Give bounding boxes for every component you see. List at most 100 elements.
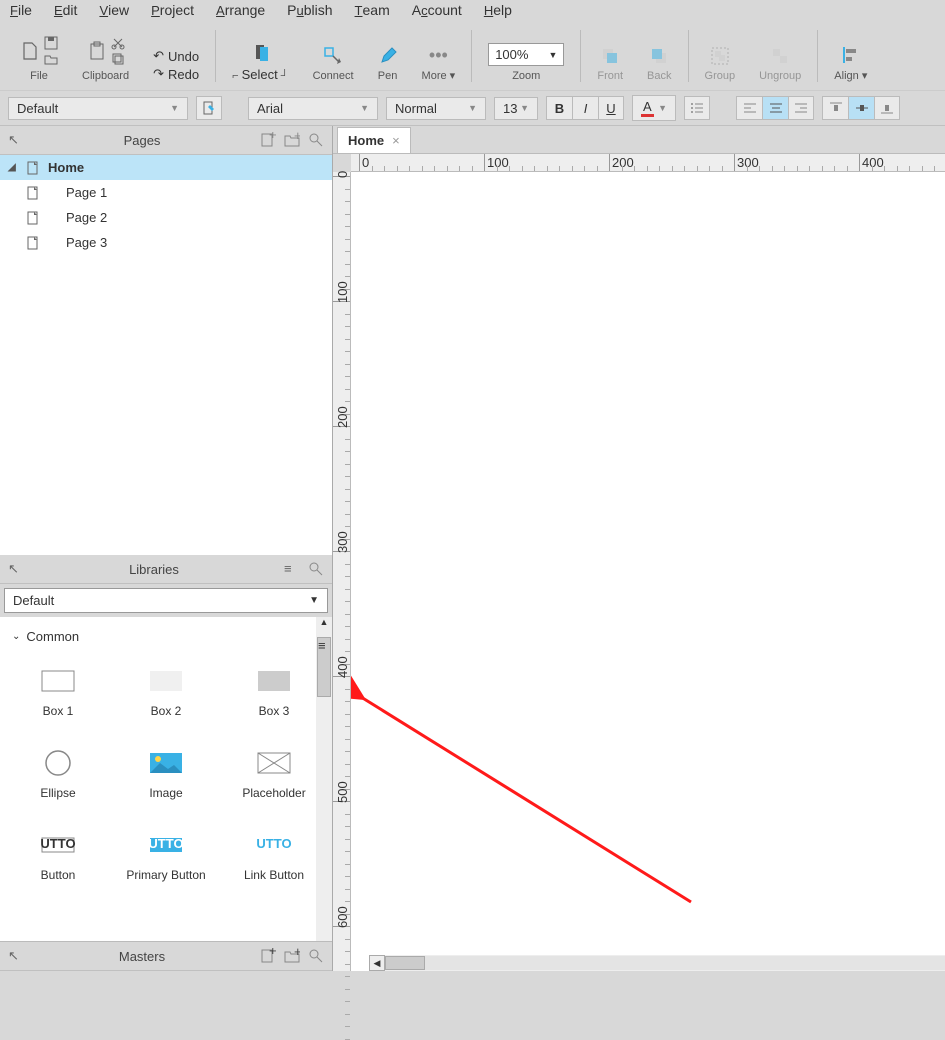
detach-icon[interactable]: ↖ [8,132,24,148]
bullet-list-button[interactable] [684,96,710,120]
scroll-left-icon[interactable]: ◀ [369,955,385,971]
page-row[interactable]: Page 1 [0,180,332,205]
widget-primary-button[interactable]: BUTTONPrimary Button [116,820,216,894]
widget-icon [40,750,76,776]
menu-arrange[interactable]: Arrange [216,2,265,18]
page-row[interactable]: Page 3 [0,230,332,255]
widget-placeholder[interactable]: Placeholder [224,738,324,812]
ungroup-button[interactable]: Ungroup [747,46,813,82]
pen-group[interactable]: Pen [366,46,410,82]
widget-icon [256,668,292,694]
menu-help[interactable]: Help [484,2,512,18]
page-icon [26,186,40,200]
scrollbar-thumb[interactable] [385,956,425,970]
widget-label: Link Button [244,868,304,882]
menu-bar: File Edit View Project Arrange Publish T… [0,0,945,24]
text-color-dropdown[interactable]: A▼ [632,95,676,121]
svg-text:BUTTON: BUTTON [256,836,292,851]
font-dropdown[interactable]: Arial▼ [248,97,378,120]
widget-link-button[interactable]: BUTTON Link Button [224,820,324,894]
redo-icon: ↷ [153,66,164,82]
weight-dropdown[interactable]: Normal▼ [386,97,486,120]
libraries-title: Libraries [24,562,284,577]
size-dropdown[interactable]: 13▼ [494,97,538,120]
page-row[interactable]: Page 2 [0,205,332,230]
add-folder-icon[interactable]: + [284,948,300,964]
menu-icon[interactable]: ≡ [284,561,300,577]
ruler-horizontal: 0100200300400 [351,154,945,172]
save-icon[interactable] [44,36,58,50]
paste-icon[interactable] [87,41,107,61]
menu-account[interactable]: Account [412,2,462,18]
tab-home[interactable]: Home × [337,127,411,153]
italic-button[interactable]: I [572,96,598,120]
widget-box-1[interactable]: Box 1 [8,656,108,730]
undo-button[interactable]: ↶Undo [153,48,199,64]
library-dropdown[interactable]: Default▼ [4,588,328,613]
svg-text:+: + [294,948,300,959]
new-file-icon[interactable] [20,41,40,61]
valign-top-button[interactable] [822,96,848,120]
align-left-button[interactable] [736,96,762,120]
select-group[interactable]: ⌐ Select ┘ [220,43,300,82]
menu-project[interactable]: Project [151,2,194,18]
widget-image[interactable]: Image [116,738,216,812]
copy-icon[interactable] [111,52,125,66]
widget-button[interactable]: BUTTONButton [8,820,108,894]
menu-file[interactable]: File [10,2,32,18]
style-dropdown[interactable]: Default▼ [8,97,188,120]
redo-button[interactable]: ↷Redo [153,66,199,82]
ruler-vertical: 0100200300400500600 [333,172,351,971]
underline-button[interactable]: U [598,96,624,120]
more-group[interactable]: ••• More ▾ [410,45,468,82]
widget-box-3[interactable]: Box 3 [224,656,324,730]
valign-middle-button[interactable] [848,96,874,120]
widget-label: Placeholder [242,786,305,800]
search-icon[interactable] [308,948,324,964]
page-row[interactable]: ◢ Home [0,155,332,180]
search-icon[interactable] [308,132,324,148]
zoom-input[interactable]: 100%▼ [488,43,564,66]
cut-icon[interactable] [111,36,125,50]
page-icon [26,236,40,250]
widget-box-2[interactable]: Box 2 [116,656,216,730]
scrollbar-thumb[interactable]: ≡ [317,637,331,697]
library-category[interactable]: ⌄Common [4,625,328,648]
widget-ellipse[interactable]: Ellipse [8,738,108,812]
library-body: ⌄Common Box 1 Box 2Box 3 EllipseImage Place… [0,617,332,941]
expand-icon[interactable]: ◢ [8,162,18,173]
library-scrollbar[interactable]: ▲ ≡ [316,617,332,941]
canvas[interactable]: ◀ [351,172,945,971]
align-group[interactable]: Align ▾ [822,45,879,82]
valign-bottom-button[interactable] [874,96,900,120]
masters-panel-header: ↖ Masters + + [0,941,332,971]
front-group[interactable]: Front [585,46,635,82]
open-icon[interactable] [44,52,58,66]
style-edit-icon[interactable] [196,96,222,120]
menu-view[interactable]: View [99,2,129,18]
group-button[interactable]: Group [693,46,748,82]
close-icon[interactable]: × [392,133,400,148]
add-master-icon[interactable]: + [260,948,276,964]
menu-edit[interactable]: Edit [54,2,77,18]
back-group[interactable]: Back [635,46,683,82]
horizontal-scrollbar[interactable]: ◀ [369,955,945,971]
detach-icon[interactable]: ↖ [8,948,24,964]
widget-label: Box 1 [43,704,74,718]
bold-button[interactable]: B [546,96,572,120]
search-icon[interactable] [308,561,324,577]
menu-publish[interactable]: Publish [287,2,332,18]
add-folder-icon[interactable]: + [284,132,300,148]
tab-label: Home [348,133,384,148]
add-page-icon[interactable]: + [260,132,276,148]
detach-icon[interactable]: ↖ [8,561,24,577]
svg-text:BUTTON: BUTTON [40,836,76,851]
align-right-button[interactable] [788,96,814,120]
pages-list: ◢ Home Page 1 Page 2 Page 3 [0,155,332,555]
menu-team[interactable]: Team [355,2,390,18]
align-center-button[interactable] [762,96,788,120]
main-area: ↖ Pages + + ◢ Home Page 1 Page 2 Page 3 … [0,126,945,971]
page-name: Page 1 [66,185,107,200]
svg-text:+: + [294,132,300,143]
connect-group[interactable]: Connect [301,46,366,82]
